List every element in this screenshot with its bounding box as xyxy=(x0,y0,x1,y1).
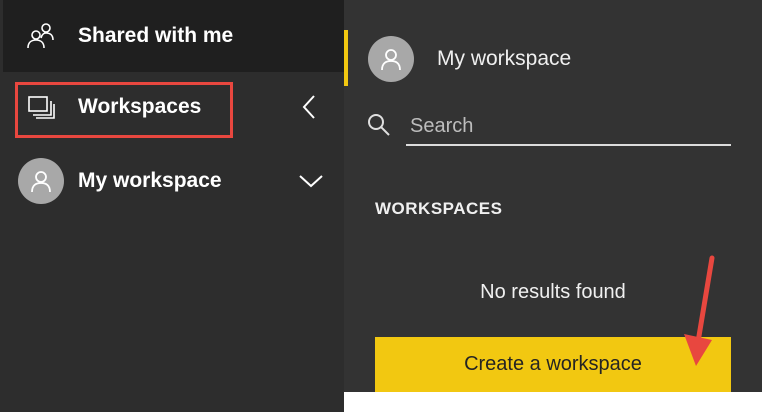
shared-people-icon xyxy=(25,20,57,52)
nav-item-my-workspace[interactable]: My workspace xyxy=(3,146,344,216)
active-indicator-bar xyxy=(344,30,348,86)
red-arrow-annotation xyxy=(684,255,715,366)
nav-item-shared-with-me[interactable]: Shared with me xyxy=(3,0,344,72)
my-workspace-header[interactable] xyxy=(368,36,414,82)
workspaces-highlight-box xyxy=(15,82,233,138)
left-navigation: Shared with me Workspaces My workspace xyxy=(0,0,344,412)
nav-label-shared: Shared with me xyxy=(78,24,234,47)
chevron-left-icon[interactable] xyxy=(296,92,326,122)
nav-label-my-workspace: My workspace xyxy=(78,169,222,192)
avatar-icon xyxy=(18,158,64,204)
chevron-down-icon[interactable] xyxy=(296,166,326,196)
panel-workspace-title[interactable]: My workspace xyxy=(437,47,571,71)
workspaces-section-label: WORKSPACES xyxy=(375,199,503,218)
bottom-background-strip xyxy=(344,392,762,412)
avatar-icon xyxy=(368,36,414,82)
search-icon xyxy=(366,112,392,138)
search-input[interactable] xyxy=(406,108,731,146)
